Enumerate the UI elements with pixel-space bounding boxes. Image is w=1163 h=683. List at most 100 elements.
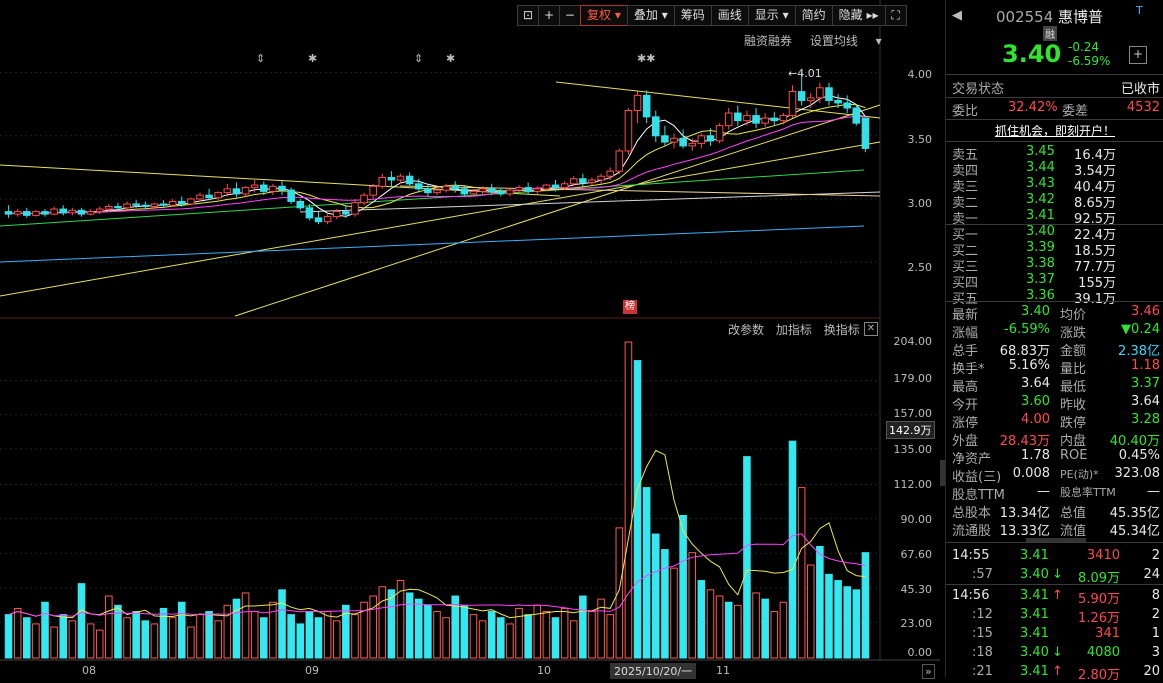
candle-body[interactable] <box>150 203 159 208</box>
candle-body[interactable] <box>387 176 396 181</box>
candle-body[interactable] <box>697 135 706 144</box>
prev-stock-icon[interactable]: ◀ <box>952 8 962 23</box>
candle-body[interactable] <box>852 107 861 124</box>
volume-bar[interactable] <box>816 545 824 659</box>
volume-bar[interactable] <box>260 617 268 659</box>
volume-bar[interactable] <box>460 604 469 659</box>
volume-bar[interactable] <box>542 611 551 659</box>
candle-body[interactable] <box>478 188 487 192</box>
candle-body[interactable] <box>59 208 68 214</box>
ranking-badge[interactable]: 榜 <box>623 300 637 314</box>
candle-body[interactable] <box>177 200 186 205</box>
candle-body[interactable] <box>314 217 323 223</box>
volume-bar[interactable] <box>806 564 815 659</box>
volume-bar[interactable] <box>834 580 842 659</box>
set-ma-link[interactable]: 设置均线 ▾ <box>810 34 882 48</box>
candle-body[interactable] <box>451 185 460 190</box>
volume-bar[interactable] <box>241 592 250 659</box>
candle-body[interactable] <box>32 211 40 216</box>
candle-body[interactable] <box>779 115 788 122</box>
candle-body[interactable] <box>651 116 660 137</box>
volume-bar[interactable] <box>196 614 204 659</box>
candle-body[interactable] <box>232 188 241 195</box>
candle-body[interactable] <box>369 185 377 196</box>
volume-bar[interactable] <box>77 583 86 659</box>
candle-body[interactable] <box>241 187 250 195</box>
volume-bar[interactable] <box>588 611 596 659</box>
volume-bar[interactable] <box>223 604 232 659</box>
lock-icon[interactable]: ⊡ <box>517 5 539 26</box>
volume-bar[interactable] <box>642 487 651 659</box>
tick-row[interactable]: 14:56 3.41 ↑ 5.90万 8 <box>952 588 1160 607</box>
volume-bar[interactable] <box>105 595 113 659</box>
volume-bar[interactable] <box>797 487 806 659</box>
volume-bar[interactable] <box>551 617 560 659</box>
volume-bar[interactable] <box>59 614 68 659</box>
candle-body[interactable] <box>670 137 678 143</box>
candle-body[interactable] <box>688 142 697 147</box>
volume-bar[interactable] <box>205 611 213 659</box>
candle-body[interactable] <box>68 209 77 214</box>
candle-body[interactable] <box>843 102 851 109</box>
volume-bar[interactable] <box>32 623 40 659</box>
candle-body[interactable] <box>159 203 168 206</box>
candle-body[interactable] <box>305 207 314 219</box>
candle-body[interactable] <box>77 209 86 215</box>
candle-body[interactable] <box>624 110 633 152</box>
candle-body[interactable] <box>788 91 797 117</box>
candle-body[interactable] <box>533 188 542 192</box>
candle-body[interactable] <box>250 184 259 189</box>
candle-body[interactable] <box>661 135 669 143</box>
candle-body[interactable] <box>506 189 514 195</box>
candle-body[interactable] <box>770 117 779 122</box>
toolbar-hide-button[interactable]: 隐藏 ▸▸ <box>831 5 886 26</box>
info-icon[interactable]: T <box>1136 4 1143 17</box>
toolbar-fuquan-button[interactable]: 复权 ▾ <box>580 5 628 26</box>
volume-bar[interactable] <box>369 595 377 659</box>
event-marker[interactable]: ⇕ <box>256 52 265 65</box>
volume-bar[interactable] <box>706 589 715 659</box>
volume-bar[interactable] <box>487 611 496 659</box>
candle-body[interactable] <box>196 194 204 200</box>
tick-row[interactable]: :12 3.41 1.26万 2 <box>952 607 1160 626</box>
tick-row[interactable]: 14:55 3.41 3410 2 <box>952 548 1160 566</box>
candle-body[interactable] <box>114 206 122 209</box>
candle-body[interactable] <box>123 203 131 209</box>
volume-bar[interactable] <box>633 360 642 659</box>
volume-bar[interactable] <box>168 617 177 659</box>
candle-body[interactable] <box>205 194 213 199</box>
candle-body[interactable] <box>560 183 569 189</box>
candle-body[interactable] <box>414 183 423 190</box>
volume-bar[interactable] <box>378 586 387 659</box>
candle-body[interactable] <box>86 211 95 215</box>
event-marker[interactable]: ✱ <box>308 52 317 65</box>
volume-bar[interactable] <box>715 595 724 659</box>
volume-bar[interactable] <box>405 592 414 659</box>
candle-body[interactable] <box>424 188 432 194</box>
candle-body[interactable] <box>132 203 140 206</box>
volume-bar[interactable] <box>305 611 314 659</box>
volume-bar[interactable] <box>861 552 870 659</box>
candle-body[interactable] <box>724 112 733 127</box>
candle-body[interactable] <box>715 125 724 142</box>
candle-body[interactable] <box>679 137 687 147</box>
candle-body[interactable] <box>497 190 505 195</box>
trend-line[interactable] <box>0 225 865 263</box>
volume-bar[interactable] <box>41 601 49 659</box>
volume-bar[interactable] <box>469 614 478 659</box>
trend-line[interactable] <box>0 141 881 297</box>
candle-body[interactable] <box>405 175 414 185</box>
zoom-out-icon[interactable]: − <box>559 5 581 26</box>
fullscreen-icon[interactable]: ⛶ <box>884 5 907 26</box>
volume-bar[interactable] <box>624 341 633 659</box>
candle-body[interactable] <box>278 185 286 191</box>
candle-body[interactable] <box>187 198 195 205</box>
candle-body[interactable] <box>13 211 22 215</box>
candle-body[interactable] <box>825 87 833 101</box>
volume-bar[interactable] <box>497 617 505 659</box>
candle-body[interactable] <box>296 200 305 209</box>
volume-bar[interactable] <box>478 620 487 659</box>
volume-bar[interactable] <box>825 573 833 659</box>
candle-body[interactable] <box>168 200 177 206</box>
volume-bar[interactable] <box>661 549 669 659</box>
